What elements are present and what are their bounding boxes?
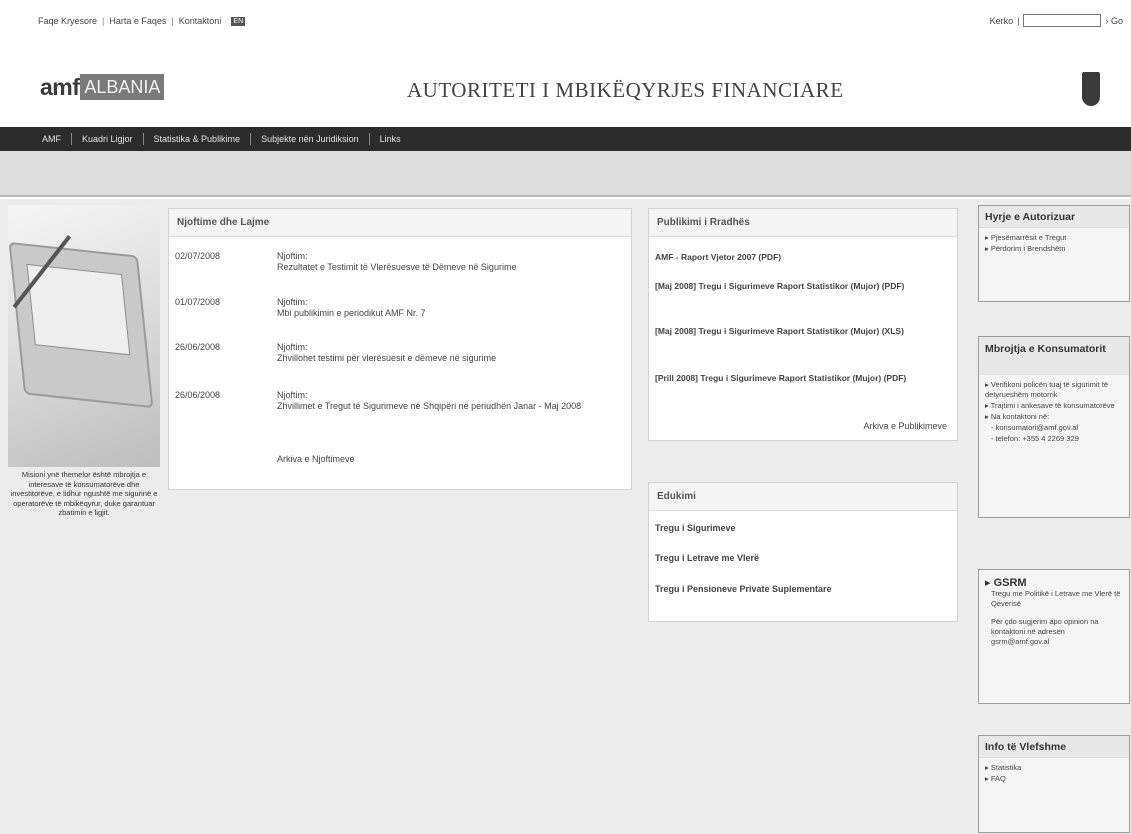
nav-item-amf[interactable]: AMF bbox=[32, 133, 72, 145]
logo-amf-text: amf bbox=[40, 74, 80, 100]
news-label: Njoftim: bbox=[277, 297, 308, 307]
news-panel: Njoftime dhe Lajme 02/07/2008 Njoftim: Re… bbox=[168, 208, 632, 490]
publications-archive-link[interactable]: Arkiva e Publikimeve bbox=[863, 421, 947, 431]
authorized-access-heading: Hyrje e Autorizuar bbox=[979, 206, 1129, 228]
logo-country-text: ALBANIA bbox=[80, 74, 165, 100]
auth-link-market[interactable]: Pjesëmarrësit e Tregut bbox=[985, 233, 1123, 243]
publications-heading: Publikimi i Rradhës bbox=[649, 209, 957, 237]
home-link[interactable]: Faqe Kryesore bbox=[38, 16, 97, 26]
education-link[interactable]: Tregu i Pensioneve Private Suplementare bbox=[655, 584, 832, 594]
consumer-protection-heading: Mbrojtja e Konsumatorit bbox=[979, 337, 1129, 375]
news-date: 01/07/2008 bbox=[175, 297, 221, 307]
contact-email[interactable]: - konsumatori@amf.gov.al bbox=[985, 423, 1123, 433]
news-label: Njoftim: bbox=[277, 390, 308, 400]
nav-item-links[interactable]: Links bbox=[370, 133, 411, 145]
nav-item-subjects[interactable]: Subjekte nën Juridiksion bbox=[251, 133, 370, 145]
useful-info-heading: Info të Vlefshme bbox=[979, 736, 1129, 758]
coat-of-arms-icon bbox=[1082, 72, 1100, 106]
news-date: 02/07/2008 bbox=[175, 251, 221, 261]
news-label: Njoftim: bbox=[277, 342, 308, 352]
publication-link[interactable]: [Maj 2008] Tregu i Sigurimeve Raport Sta… bbox=[655, 281, 951, 292]
contact-link[interactable]: Kontaktoni bbox=[179, 16, 222, 26]
top-links: Faqe Kryesore | Harta e Faqes | Kontakto… bbox=[38, 16, 246, 26]
pda-device-icon bbox=[8, 241, 154, 409]
nav-item-stats[interactable]: Statistika & Publikime bbox=[144, 133, 252, 145]
complaints-link[interactable]: Trajtimi i ankesave të konsumatorëve bbox=[985, 401, 1123, 411]
news-heading: Njoftime dhe Lajme bbox=[169, 209, 631, 237]
gsrm-panel: GSRM Tregu me Politikë i Letrave me Vler… bbox=[978, 569, 1130, 704]
language-badge[interactable]: EN bbox=[231, 16, 246, 26]
top-utility-bar: Faqe Kryesore | Harta e Faqes | Kontakto… bbox=[0, 0, 1131, 44]
gsrm-subtitle: Tregu me Politikë i Letrave me Vlerë të … bbox=[991, 589, 1121, 608]
authorized-access-panel: Hyrje e Autorizuar Pjesëmarrësit e Tregu… bbox=[978, 205, 1130, 302]
publication-link[interactable]: AMF - Raport Vjetor 2007 (PDF) bbox=[655, 252, 951, 263]
publication-link[interactable]: [Prill 2008] Tregu i Sigurimeve Raport S… bbox=[655, 373, 951, 384]
consumer-protection-panel: Mbrojtja e Konsumatorit Verifikoni polic… bbox=[978, 336, 1130, 518]
site-title: AUTORITETI I MBIKËQYRJES FINANCIARE bbox=[407, 78, 844, 102]
search-label: Kerko bbox=[989, 15, 1014, 26]
faq-link[interactable]: FAQ bbox=[985, 774, 1123, 784]
education-link[interactable]: Tregu i Letrave me Vlerë bbox=[655, 553, 759, 563]
news-text[interactable]: Zhvillohet testimi për vlerësuesit e dëm… bbox=[277, 353, 627, 364]
news-archive-link[interactable]: Arkiva e Njoftimeve bbox=[277, 454, 355, 464]
search-box: Kerko | › Go bbox=[990, 14, 1123, 27]
statistics-link[interactable]: Statistika bbox=[985, 763, 1123, 773]
separator: | bbox=[102, 16, 105, 26]
education-panel: Edukimi Tregu i Sigurimeve Tregu i Letra… bbox=[648, 482, 958, 622]
verify-policy-link[interactable]: Verifikoni policën tuaj të sigurimit të … bbox=[985, 380, 1123, 400]
news-text[interactable]: Mbi publikimin e periodikut AMF Nr. 7 bbox=[277, 308, 627, 319]
news-label: Njoftim: bbox=[277, 251, 308, 261]
header-band bbox=[0, 151, 1131, 197]
pda-screen bbox=[26, 263, 131, 356]
education-link[interactable]: Tregu i Sigurimeve bbox=[655, 523, 736, 533]
main-nav: AMF Kuadri Ligjor Statistika & Publikime… bbox=[0, 127, 1131, 151]
news-text[interactable]: Zhvillimet e Tregut të Sigurimeve në Shq… bbox=[277, 401, 627, 412]
gsrm-title[interactable]: GSRM bbox=[985, 578, 1123, 589]
useful-info-panel: Info të Vlefshme Statistika FAQ bbox=[978, 735, 1130, 833]
site-header: amf ALBANIA AUTORITETI I MBIKËQYRJES FIN… bbox=[0, 44, 1131, 126]
publications-panel: Publikimi i Rradhës AMF - Raport Vjetor … bbox=[648, 208, 958, 441]
contact-phone: - telefon: +355 4 2269 329 bbox=[991, 434, 1079, 443]
contact-label: Na kontaktoni në: bbox=[985, 412, 1123, 422]
gsrm-note: Për çdo sugjerim apo opinion na kontakto… bbox=[991, 617, 1099, 646]
sitemap-link[interactable]: Harta e Faqes bbox=[109, 16, 166, 26]
education-heading: Edukimi bbox=[649, 483, 957, 511]
separator: | bbox=[171, 16, 174, 26]
go-button[interactable]: › Go bbox=[1105, 16, 1123, 26]
hero-image bbox=[8, 205, 160, 467]
search-input[interactable] bbox=[1023, 14, 1102, 27]
amf-logo[interactable]: amf ALBANIA bbox=[40, 74, 165, 100]
mission-statement: Misioni ynë themelor është mbrojtja e in… bbox=[10, 470, 158, 517]
auth-link-internal[interactable]: Përdorim i Brendshëm bbox=[985, 244, 1123, 254]
nav-item-legal[interactable]: Kuadri Ligjor bbox=[72, 133, 144, 145]
news-text[interactable]: Rezultatet e Testimit të Vlerësuesve të … bbox=[277, 262, 627, 273]
news-date: 26/06/2008 bbox=[175, 390, 221, 400]
publication-link[interactable]: [Maj 2008] Tregu i Sigurimeve Raport Sta… bbox=[655, 326, 951, 337]
news-date: 26/06/2008 bbox=[175, 342, 221, 352]
separator: | bbox=[1017, 15, 1020, 26]
